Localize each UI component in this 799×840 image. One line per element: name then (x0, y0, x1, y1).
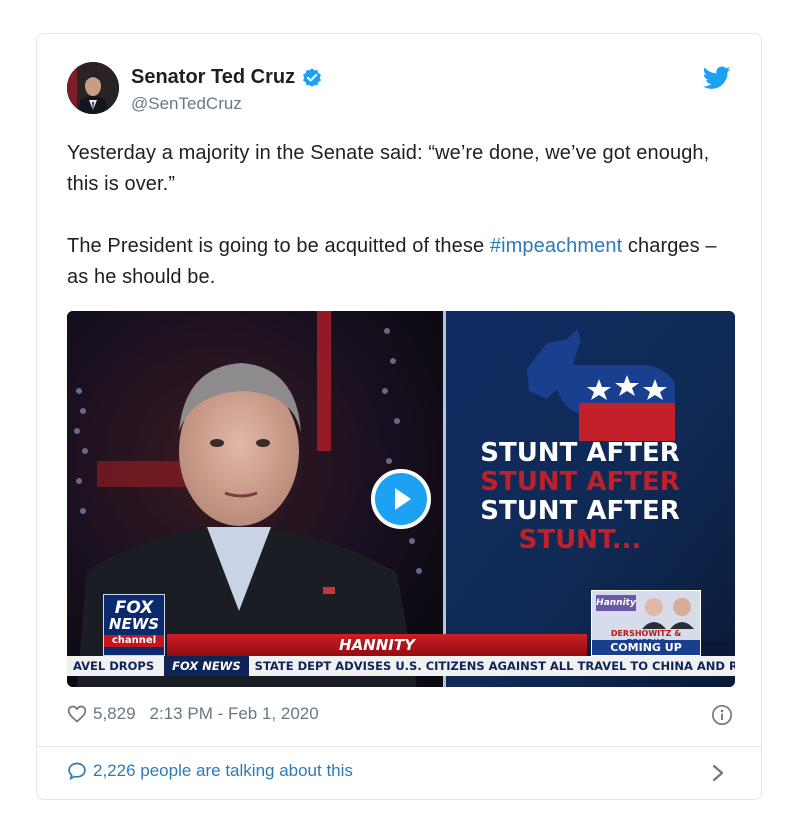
news-ticker: AVEL DROPS FOX NEWS STATE DEPT ADVISES U… (67, 656, 735, 676)
ticker-headline: STATE DEPT ADVISES U.S. CITIZENS AGAINST… (254, 659, 735, 673)
ticker-network: FOX NEWS (164, 656, 249, 676)
show-name-bar: HANNITY (167, 634, 587, 656)
author-name-row[interactable]: Senator Ted Cruz (131, 66, 323, 89)
chevron-right-icon[interactable] (711, 763, 725, 783)
conversation-link[interactable]: 2,226 people are talking about this (67, 761, 353, 781)
coming-up-label: COMING UP (592, 640, 700, 655)
guest-photos (642, 598, 694, 629)
like-count[interactable]: 5,829 (93, 704, 136, 724)
fox-logo-line-3: channel (104, 635, 164, 647)
video-media[interactable]: STUNT AFTER STUNT AFTER STUNT AFTER STUN… (67, 311, 735, 687)
author-avatar[interactable] (67, 62, 119, 114)
hashtag-link[interactable]: #impeachment (490, 235, 622, 257)
fox-news-logo: FOX NEWS channel (103, 594, 165, 656)
tweet-card: Senator Ted Cruz @SenTedCruz Yesterday a… (36, 33, 762, 800)
speech-bubble-icon (68, 762, 86, 781)
tweet-paragraph-2: The President is going to be acquitted o… (67, 231, 737, 293)
play-icon (375, 473, 427, 525)
stunt-headline: STUNT AFTER STUNT AFTER STUNT AFTER STUN… (470, 439, 690, 555)
stunt-line-1: STUNT AFTER (480, 438, 680, 468)
author-handle[interactable]: @SenTedCruz (131, 94, 242, 114)
tweet-text-part: The President is going to be acquitted o… (67, 235, 490, 257)
twitter-bird-icon[interactable] (703, 66, 731, 90)
info-icon[interactable] (711, 704, 733, 726)
verified-badge-icon (303, 67, 321, 87)
author-name[interactable]: Senator Ted Cruz (131, 66, 295, 89)
coming-up-show-badge: Hannity (596, 595, 636, 611)
tweet-paragraph-1: Yesterday a majority in the Senate said:… (67, 142, 710, 195)
stunt-line-4: STUNT... (518, 525, 642, 555)
conversation-text[interactable]: 2,226 people are talking about this (93, 761, 353, 781)
divider (37, 746, 761, 747)
stunt-line-2: STUNT AFTER (480, 467, 680, 497)
tweet-meta: 5,829 2:13 PM - Feb 1, 2020 (67, 704, 319, 724)
fox-logo-line-2: NEWS (108, 615, 160, 633)
coming-up-box: Hannity DERSHOWITZ & PRIEBUS COMING UP (591, 590, 701, 656)
ticker-left-text: AVEL DROPS (73, 659, 155, 673)
heart-icon[interactable] (67, 704, 87, 724)
stunt-line-3: STUNT AFTER (480, 496, 680, 526)
play-button[interactable] (371, 469, 431, 529)
tweet-timestamp[interactable]: 2:13 PM - Feb 1, 2020 (150, 704, 319, 724)
tweet-text: Yesterday a majority in the Senate said:… (67, 138, 737, 293)
